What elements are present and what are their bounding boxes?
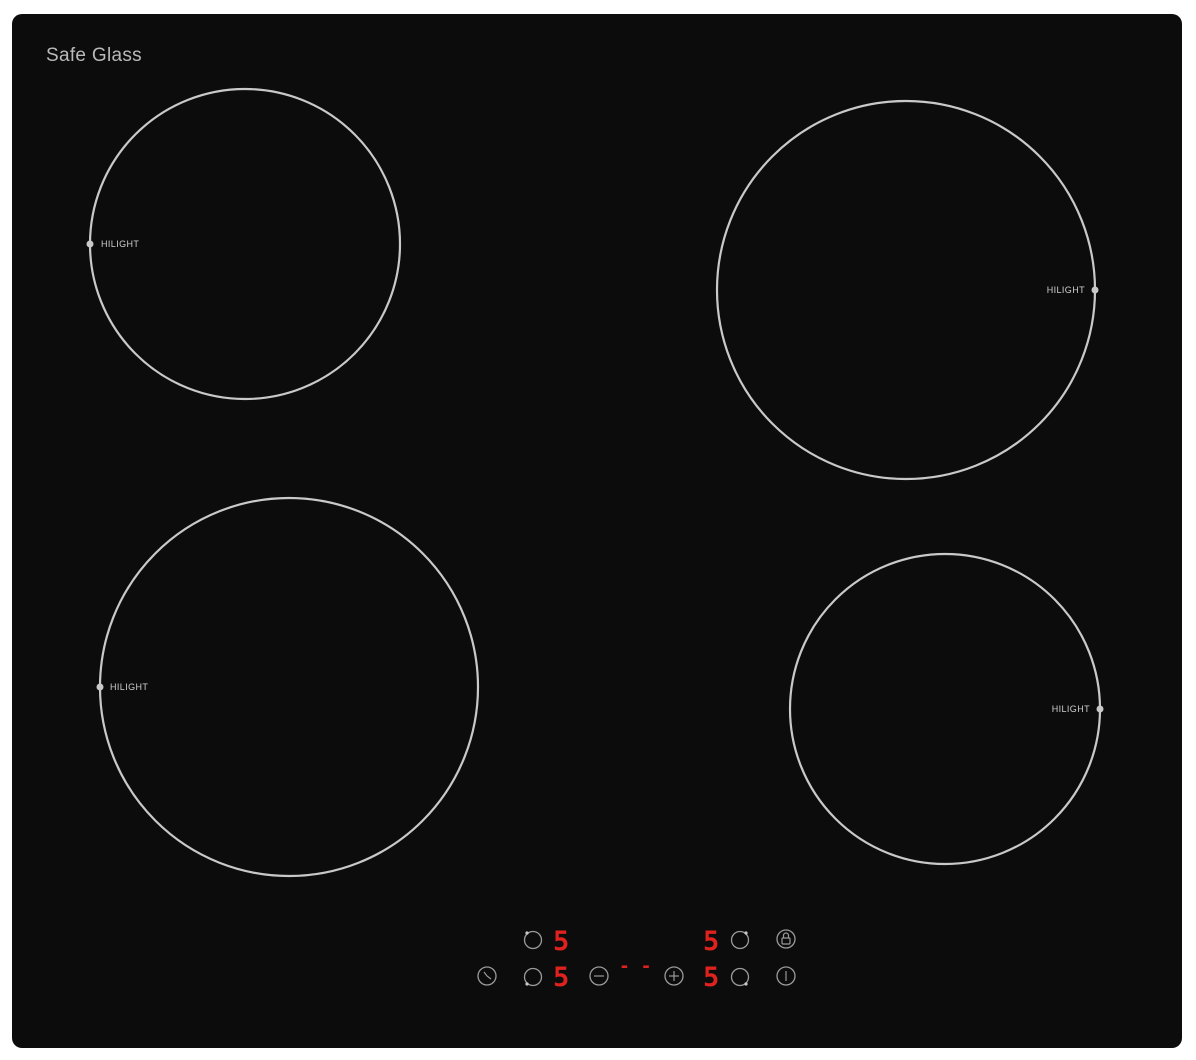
cooking-zone-rear-right[interactable]: HILIGHT [715,99,1099,481]
zone-select-dot [744,931,748,935]
front-right-level-display: 5 [703,962,719,993]
cooktop-surface: HILIGHT HILIGHT HILIGHT HILIGHT 5 5 5 - … [86,87,1104,993]
cooking-zone-rear-left[interactable]: HILIGHT [86,87,402,401]
zone-select-dot [744,982,748,986]
timer-display: - - [619,956,652,977]
power-button[interactable] [776,966,796,986]
lock-button[interactable] [776,929,796,949]
zone-marker-dot [96,683,104,691]
lock-shackle [782,932,790,938]
zone-marker-dot [1096,705,1104,713]
zone-marker-dot [1091,286,1099,294]
zone-select-rear-left-button[interactable] [523,930,543,950]
timer-hands [483,971,492,980]
rear-right-level-display: 5 [703,926,719,957]
timer-button[interactable] [477,966,497,986]
rear-left-level-display: 5 [553,926,569,957]
cooking-zone-front-right[interactable]: HILIGHT [788,552,1104,866]
zone-select-dot [525,931,529,935]
zone-select-front-right-button[interactable] [730,967,750,987]
zone-select-front-left-button[interactable] [523,967,543,987]
zone-select-dot [525,982,529,986]
zone-label: HILIGHT [1052,704,1090,714]
zone-ring [715,99,1097,481]
cooking-zone-front-left[interactable]: HILIGHT [96,496,480,878]
zone-select-rear-right-button[interactable] [730,930,750,950]
zone-label: HILIGHT [110,682,148,692]
zone-marker-dot [86,240,94,248]
lock-body [781,937,791,945]
zone-label: HILIGHT [1047,285,1085,295]
front-left-level-display: 5 [553,962,569,993]
zone-label: HILIGHT [101,239,139,249]
plus-button[interactable] [664,966,684,986]
touch-control-panel: 5 5 5 - - 5 [477,926,796,993]
zone-ring [98,496,480,878]
minus-button[interactable] [589,966,609,986]
